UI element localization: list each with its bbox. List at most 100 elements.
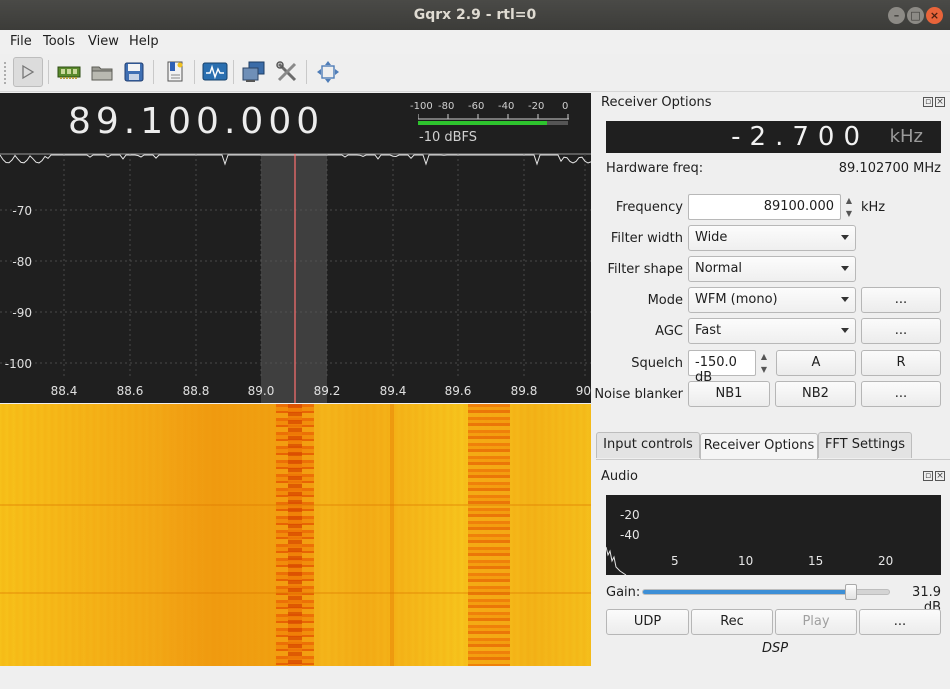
squelch-auto-button[interactable]: A xyxy=(776,350,856,376)
waterfall-display[interactable] xyxy=(0,404,591,666)
signal-meter-ticks: -100 -80 -60 -40 -20 0 xyxy=(410,101,570,115)
frequency-input[interactable]: 89100.000 xyxy=(688,194,841,220)
title-bar: Gqrx 2.9 - rtl=0 – □ × xyxy=(0,0,950,30)
noise-blanker-options-button[interactable]: ... xyxy=(861,381,941,407)
tools-icon[interactable] xyxy=(272,57,302,87)
signal-meter-tick: -40 xyxy=(498,101,515,112)
mode-select[interactable]: WFM (mono) xyxy=(688,287,856,313)
play-icon[interactable] xyxy=(13,57,43,87)
signal-meter-tick: -100 xyxy=(410,101,433,112)
signal-display-icon[interactable] xyxy=(200,57,230,87)
toolbar xyxy=(0,54,950,92)
gain-slider[interactable] xyxy=(642,584,890,600)
y-axis-label: -100 xyxy=(5,357,32,371)
hardware-freq-label: Hardware freq: xyxy=(606,161,704,176)
filter-width-label: Filter width xyxy=(610,231,683,246)
menu-tools[interactable]: Tools xyxy=(43,34,75,49)
squelch-spinner[interactable]: ▲ ▼ xyxy=(757,350,771,376)
tab-fft-settings[interactable]: FFT Settings xyxy=(818,432,912,458)
float-icon[interactable]: ▫ xyxy=(923,471,933,481)
mode-label: Mode xyxy=(647,293,683,308)
menu-help[interactable]: Help xyxy=(129,34,159,49)
close-button[interactable]: × xyxy=(926,7,943,24)
udp-button[interactable]: UDP xyxy=(606,609,689,635)
bookmark-icon[interactable] xyxy=(160,57,190,87)
signal-meter-tick: 0 xyxy=(562,101,569,112)
filter-width-select[interactable]: Wide xyxy=(688,225,856,251)
chevron-down-icon xyxy=(841,235,849,240)
offset-unit: kHz xyxy=(889,126,923,147)
spin-up-icon[interactable]: ▲ xyxy=(842,194,856,207)
x-axis-label: 88.8 xyxy=(183,384,210,398)
waterfall-line xyxy=(0,504,591,506)
toolbar-separator xyxy=(306,60,307,84)
agc-value: Fast xyxy=(695,323,722,338)
chevron-down-icon xyxy=(841,328,849,333)
dsp-label: DSP xyxy=(762,641,789,656)
remote-control-icon[interactable] xyxy=(239,57,269,87)
offset-value: -2.700 xyxy=(731,122,869,152)
signal-meter-level: -10 dBFS xyxy=(419,130,478,145)
spin-down-icon[interactable]: ▼ xyxy=(842,207,856,220)
nb2-button[interactable]: NB2 xyxy=(775,381,856,407)
audio-fft-plot[interactable]: -20 -40 5 10 15 20 xyxy=(606,495,941,575)
frequency-label: Frequency xyxy=(615,200,683,215)
signal-meter-scale xyxy=(418,114,569,120)
play-button[interactable]: Play xyxy=(775,609,857,635)
folder-open-icon[interactable] xyxy=(87,57,117,87)
spin-up-icon[interactable]: ▲ xyxy=(757,350,771,363)
nb1-button[interactable]: NB1 xyxy=(688,381,770,407)
squelch-input[interactable]: -150.0 dB xyxy=(688,350,756,385)
offset-frequency-display[interactable]: -2.700 kHz xyxy=(606,121,941,153)
toolbar-separator xyxy=(48,60,49,84)
audio-options-button[interactable]: ... xyxy=(859,609,941,635)
save-icon[interactable] xyxy=(119,57,149,87)
x-axis-label: 88.4 xyxy=(51,384,78,398)
toolbar-grip-icon[interactable] xyxy=(3,61,7,85)
squelch-reset-button[interactable]: R xyxy=(861,350,941,376)
status-bar xyxy=(0,667,950,689)
filter-passband[interactable] xyxy=(261,154,327,403)
receiver-options-title: Receiver Options xyxy=(601,95,712,110)
spin-down-icon[interactable]: ▼ xyxy=(757,363,771,376)
x-axis-label: 89.2 xyxy=(314,384,341,398)
x-axis-label: 89.6 xyxy=(445,384,472,398)
tab-input-controls[interactable]: Input controls xyxy=(596,432,700,458)
mode-value: WFM (mono) xyxy=(695,292,778,307)
filter-shape-select[interactable]: Normal xyxy=(688,256,856,282)
y-axis-label: -90 xyxy=(12,306,32,320)
hardware-icon[interactable] xyxy=(54,57,84,87)
tab-receiver-options[interactable]: Receiver Options xyxy=(700,433,818,460)
window-title: Gqrx 2.9 - rtl=0 xyxy=(413,7,537,23)
close-icon[interactable]: × xyxy=(935,97,945,107)
frequency-spinner[interactable]: ▲ ▼ xyxy=(842,194,856,220)
menu-file[interactable]: File xyxy=(10,34,32,49)
gain-slider-handle[interactable] xyxy=(845,584,858,600)
mode-options-button[interactable]: ... xyxy=(861,287,941,313)
maximize-button[interactable]: □ xyxy=(907,7,924,24)
menu-view[interactable]: View xyxy=(88,34,119,49)
spectrum-plotter[interactable]: -70 -80 -90 -100 88.4 88.6 88.8 89.0 89.2 89.4 89… xyxy=(0,93,591,403)
filter-shape-value: Normal xyxy=(695,261,743,276)
main-frequency-display[interactable]: 89.100.000 xyxy=(68,101,324,142)
minimize-button[interactable]: – xyxy=(888,7,905,24)
toolbar-separator xyxy=(194,60,195,84)
fullscreen-icon[interactable] xyxy=(313,57,343,87)
close-icon[interactable]: × xyxy=(935,471,945,481)
signal-meter-tick: -80 xyxy=(438,101,455,112)
signal-meter-tick: -60 xyxy=(468,101,485,112)
agc-select[interactable]: Fast xyxy=(688,318,856,344)
chevron-down-icon xyxy=(841,297,849,302)
frequency-unit: kHz xyxy=(861,200,886,215)
waterfall-signal-band xyxy=(468,404,510,666)
dock-controls: ▫ × xyxy=(921,96,945,107)
signal-meter-tick: -20 xyxy=(528,101,545,112)
signal-meter-bar xyxy=(418,121,568,125)
float-icon[interactable]: ▫ xyxy=(923,97,933,107)
agc-options-button[interactable]: ... xyxy=(861,318,941,344)
waterfall-signal-core xyxy=(288,404,302,666)
tab-divider xyxy=(596,459,950,460)
dock-controls: ▫ × xyxy=(921,470,945,481)
signal-meter-fill xyxy=(418,121,547,125)
record-button[interactable]: Rec xyxy=(691,609,773,635)
